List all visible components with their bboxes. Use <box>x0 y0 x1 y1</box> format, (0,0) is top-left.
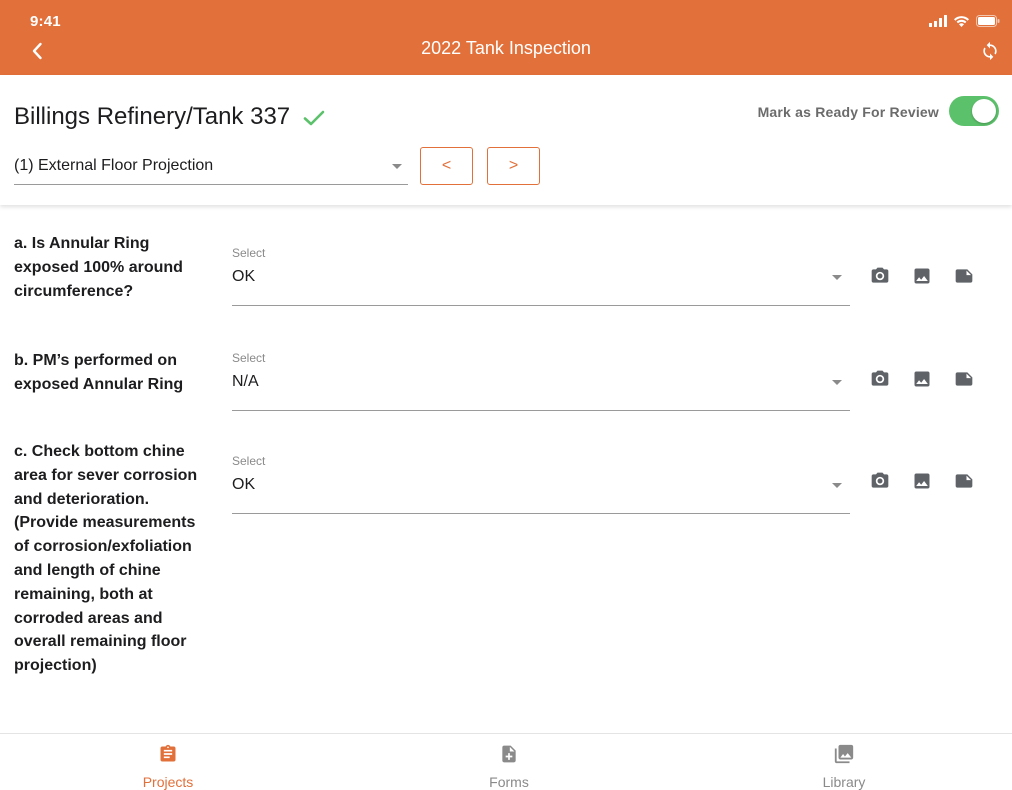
note-icon <box>955 269 973 283</box>
caret-down-icon <box>832 380 842 385</box>
camera-icon <box>871 370 889 386</box>
question-actions <box>870 266 974 286</box>
add-document-icon <box>449 742 569 766</box>
bottom-tab-bar: Projects Forms Library <box>0 733 1012 790</box>
cellular-signal-icon <box>929 14 947 32</box>
note-button[interactable] <box>954 266 974 286</box>
note-button[interactable] <box>954 471 974 491</box>
caret-down-icon <box>832 275 842 280</box>
tab-projects[interactable]: Projects <box>108 742 228 790</box>
question-actions <box>870 471 974 491</box>
note-icon <box>955 372 973 386</box>
clipboard-icon <box>108 742 228 766</box>
tab-label: Projects <box>142 774 194 790</box>
status-icons <box>929 14 1000 32</box>
top-nav-bar: 9:41 2022 Tank Inspection <box>0 0 1012 75</box>
camera-icon <box>871 472 889 488</box>
page-title: Billings Refinery/Tank 337 <box>14 103 291 130</box>
caret-down-icon <box>832 483 842 488</box>
answer-dropdown-label: Select <box>232 454 266 468</box>
answer-dropdown-label: Select <box>232 246 266 260</box>
previous-section-button[interactable]: < <box>420 147 473 185</box>
gallery-button[interactable] <box>912 369 932 389</box>
next-section-button[interactable]: > <box>487 147 540 185</box>
sync-button[interactable] <box>978 39 1002 63</box>
toggle-knob <box>972 99 996 123</box>
tab-label: Library <box>822 774 866 790</box>
gallery-button[interactable] <box>912 471 932 491</box>
tab-library[interactable]: Library <box>784 742 904 790</box>
camera-button[interactable] <box>870 266 890 286</box>
sync-icon <box>983 41 997 61</box>
inspection-header: Billings Refinery/Tank 337 Mark as Ready… <box>0 75 1012 205</box>
section-dropdown-value: (1) External Floor Projection <box>14 157 214 174</box>
ready-for-review-toggle[interactable] <box>949 96 999 126</box>
nav-title: 2022 Tank Inspection <box>421 38 591 58</box>
image-icon <box>914 371 930 387</box>
note-button[interactable] <box>954 369 974 389</box>
camera-button[interactable] <box>870 369 890 389</box>
answer-dropdown[interactable]: Select OK <box>232 246 850 306</box>
camera-icon <box>871 267 889 283</box>
checkmark-icon <box>303 109 325 132</box>
camera-button[interactable] <box>870 471 890 491</box>
answer-dropdown[interactable]: Select OK <box>232 454 850 514</box>
section-dropdown[interactable]: (1) External Floor Projection <box>14 147 408 185</box>
caret-down-icon <box>392 164 402 169</box>
answer-dropdown-label: Select <box>232 351 266 365</box>
wifi-icon <box>953 14 970 32</box>
answer-dropdown-value: OK <box>232 268 256 285</box>
app-root: 9:41 2022 Tank Inspection Billings Refin… <box>0 0 1012 790</box>
answer-dropdown[interactable]: Select N/A <box>232 351 850 411</box>
note-icon <box>955 474 973 488</box>
status-time: 9:41 <box>30 13 61 30</box>
question-text: a. Is Annular Ring exposed 100% around c… <box>14 235 183 300</box>
tab-label: Forms <box>489 774 529 790</box>
image-icon <box>914 473 930 489</box>
answer-dropdown-value: N/A <box>232 373 259 390</box>
question-text: b. PM’s performed on exposed Annular Rin… <box>14 352 184 393</box>
review-toggle-label: Mark as Ready For Review <box>757 104 939 120</box>
question-actions <box>870 369 974 389</box>
question-text: c. Check bottom chine area for sever cor… <box>14 443 198 675</box>
gallery-button[interactable] <box>912 266 932 286</box>
tab-forms[interactable]: Forms <box>449 742 569 790</box>
photo-library-icon <box>784 742 904 766</box>
battery-icon <box>976 14 1000 32</box>
answer-dropdown-value: OK <box>232 476 256 493</box>
image-icon <box>914 268 930 284</box>
